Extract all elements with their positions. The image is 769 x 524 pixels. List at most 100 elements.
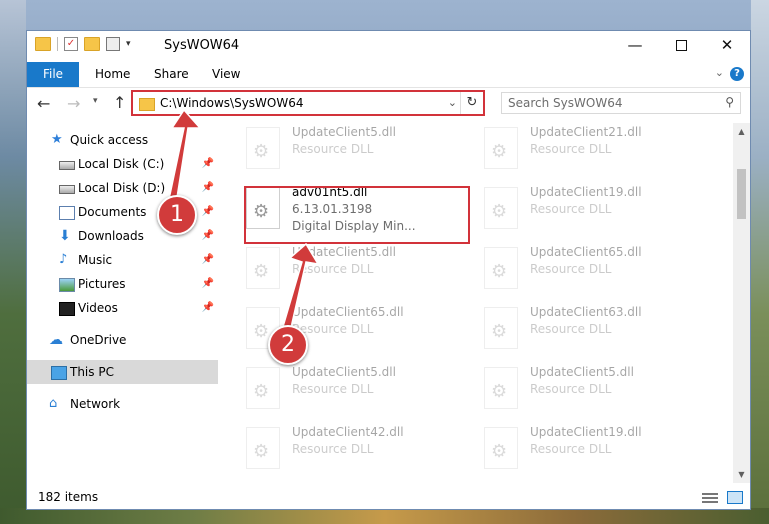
list-item[interactable]: ⚙ UpdateClient5.dll Resource DLL xyxy=(246,363,466,415)
tab-home[interactable]: Home xyxy=(95,62,130,87)
sidebar-item-label: Documents xyxy=(78,205,147,219)
drive-icon xyxy=(59,185,75,194)
sidebar-item-this-pc[interactable]: This PC xyxy=(27,360,218,384)
sidebar-item-local-disk-d[interactable]: Local Disk (D:) 📌 xyxy=(27,176,218,200)
scroll-down-arrow-icon[interactable]: ▼ xyxy=(733,466,750,483)
sidebar-item-label: OneDrive xyxy=(70,333,127,347)
sidebar-item-local-disk-c[interactable]: Local Disk (C:) 📌 xyxy=(27,152,218,176)
sidebar-item-label: Local Disk (D:) xyxy=(78,181,166,195)
file-name: UpdateClient42.dll xyxy=(292,425,404,439)
maximize-icon xyxy=(675,40,687,51)
sidebar-item-network[interactable]: ⌂ Network xyxy=(27,392,218,416)
expand-ribbon-chevron-icon[interactable]: ⌄ xyxy=(715,66,724,79)
list-item[interactable]: ⚙ UpdateClient63.dll Resource DLL xyxy=(484,303,704,355)
gear-icon: ⚙ xyxy=(491,381,508,402)
star-icon: ★ xyxy=(51,132,63,147)
list-item[interactable]: ⚙ UpdateClient5.dll Resource DLL xyxy=(484,363,704,415)
help-icon[interactable]: ? xyxy=(730,67,744,81)
view-options-icon[interactable] xyxy=(106,37,120,51)
vertical-scrollbar[interactable]: ▲ ▼ xyxy=(733,123,750,483)
recent-locations-chevron-icon[interactable]: ▾ xyxy=(93,96,98,106)
sidebar-item-label: This PC xyxy=(70,365,114,379)
forward-arrow-icon[interactable]: → xyxy=(67,94,80,113)
step-callout-2: 2 xyxy=(268,325,308,365)
pin-icon[interactable]: 📌 xyxy=(202,296,214,320)
selected-file-highlight xyxy=(244,186,470,244)
navigation-pane: ★ Quick access Local Disk (C:) 📌 Local D… xyxy=(27,123,218,483)
status-bar: 182 items xyxy=(27,487,750,509)
sidebar-item-label: Downloads xyxy=(78,229,144,243)
address-path[interactable]: C:\Windows\SysWOW64 xyxy=(160,96,304,110)
list-item[interactable]: ⚙ UpdateClient21.dll Resource DLL xyxy=(484,123,704,175)
title-bar: ✓ ▾ SysWOW64 — ✕ xyxy=(27,31,750,62)
gear-icon: ⚙ xyxy=(491,441,508,462)
sidebar-item-label: Videos xyxy=(78,301,118,315)
pin-icon[interactable]: 📌 xyxy=(202,224,214,248)
gear-icon: ⚙ xyxy=(491,141,508,162)
dll-file-icon: ⚙ xyxy=(484,427,518,469)
network-icon: ⌂ xyxy=(49,396,58,411)
pictures-icon xyxy=(59,278,75,292)
pin-icon[interactable]: 📌 xyxy=(202,248,214,272)
folder-icon[interactable] xyxy=(35,37,51,51)
minimize-button[interactable]: — xyxy=(612,31,658,62)
file-name: UpdateClient5.dll xyxy=(292,245,396,259)
sidebar-item-videos[interactable]: Videos 📌 xyxy=(27,296,218,320)
maximize-button[interactable] xyxy=(658,31,704,62)
toolbar-divider xyxy=(57,37,58,51)
sidebar-item-label: Pictures xyxy=(78,277,126,291)
new-folder-icon[interactable] xyxy=(84,37,100,51)
pin-icon[interactable]: 📌 xyxy=(202,272,214,296)
list-item[interactable]: ⚙ UpdateClient42.dll Resource DLL xyxy=(246,423,466,475)
scrollbar-thumb[interactable] xyxy=(737,169,746,219)
file-type: Resource DLL xyxy=(530,322,612,336)
list-item[interactable]: ⚙ UpdateClient19.dll Resource DLL xyxy=(484,423,704,475)
dll-file-icon: ⚙ xyxy=(246,427,280,469)
tab-view[interactable]: View xyxy=(212,62,240,87)
desktop-background-left xyxy=(0,0,26,524)
back-arrow-icon[interactable]: ← xyxy=(37,94,50,113)
step-callout-1: 1 xyxy=(157,195,197,235)
dll-file-icon: ⚙ xyxy=(484,367,518,409)
sidebar-item-onedrive[interactable]: ☁ OneDrive xyxy=(27,328,218,352)
sidebar-item-music[interactable]: ♪ Music 📌 xyxy=(27,248,218,272)
pin-icon[interactable]: 📌 xyxy=(202,200,214,224)
pin-icon[interactable]: 📌 xyxy=(202,176,214,200)
file-explorer-window: ✓ ▾ SysWOW64 — ✕ File Home Share View ⌄ … xyxy=(26,30,751,510)
file-type: Resource DLL xyxy=(292,262,374,276)
close-button[interactable]: ✕ xyxy=(704,31,750,62)
address-dropdown-chevron-icon[interactable]: ⌄ xyxy=(448,96,457,109)
pin-icon[interactable]: 📌 xyxy=(202,152,214,176)
search-icon[interactable]: ⚲ xyxy=(725,95,734,109)
tab-file[interactable]: File xyxy=(27,62,79,87)
sidebar-item-quick-access[interactable]: ★ Quick access xyxy=(27,128,218,152)
scroll-up-arrow-icon[interactable]: ▲ xyxy=(733,123,750,140)
search-input[interactable]: Search SysWOW64 xyxy=(508,96,622,110)
tab-share[interactable]: Share xyxy=(154,62,189,87)
quick-access-toolbar: ✓ ▾ xyxy=(35,37,131,51)
file-name: UpdateClient21.dll xyxy=(530,125,642,139)
list-item[interactable]: ⚙ UpdateClient5.dll Resource DLL xyxy=(246,123,466,175)
dll-file-icon: ⚙ xyxy=(246,247,280,289)
dll-file-icon: ⚙ xyxy=(484,127,518,169)
up-arrow-icon[interactable]: ↑ xyxy=(113,93,126,112)
file-type: Resource DLL xyxy=(292,142,374,156)
address-bar[interactable]: C:\Windows\SysWOW64 ⌄ ↻ xyxy=(131,90,485,116)
sidebar-item-pictures[interactable]: Pictures 📌 xyxy=(27,272,218,296)
list-item[interactable]: ⚙ UpdateClient19.dll Resource DLL xyxy=(484,183,704,235)
search-box[interactable]: Search SysWOW64 ⚲ xyxy=(501,92,741,114)
dll-file-icon: ⚙ xyxy=(246,367,280,409)
large-icons-view-icon[interactable] xyxy=(727,491,743,504)
refresh-icon[interactable]: ↻ xyxy=(460,92,483,114)
details-view-icon[interactable] xyxy=(702,491,718,504)
dll-file-icon: ⚙ xyxy=(246,127,280,169)
sidebar-item-label: Quick access xyxy=(70,133,149,147)
list-item[interactable]: ⚙ UpdateClient65.dll Resource DLL xyxy=(484,243,704,295)
list-item[interactable]: ⚙ UpdateClient5.dll Resource DLL xyxy=(246,243,466,295)
documents-icon xyxy=(59,206,75,220)
customize-toolbar-chevron-icon[interactable]: ▾ xyxy=(126,39,131,49)
gear-icon: ⚙ xyxy=(491,321,508,342)
dll-file-icon: ⚙ xyxy=(484,307,518,349)
properties-check-icon[interactable]: ✓ xyxy=(64,37,78,51)
gear-icon: ⚙ xyxy=(253,141,270,162)
